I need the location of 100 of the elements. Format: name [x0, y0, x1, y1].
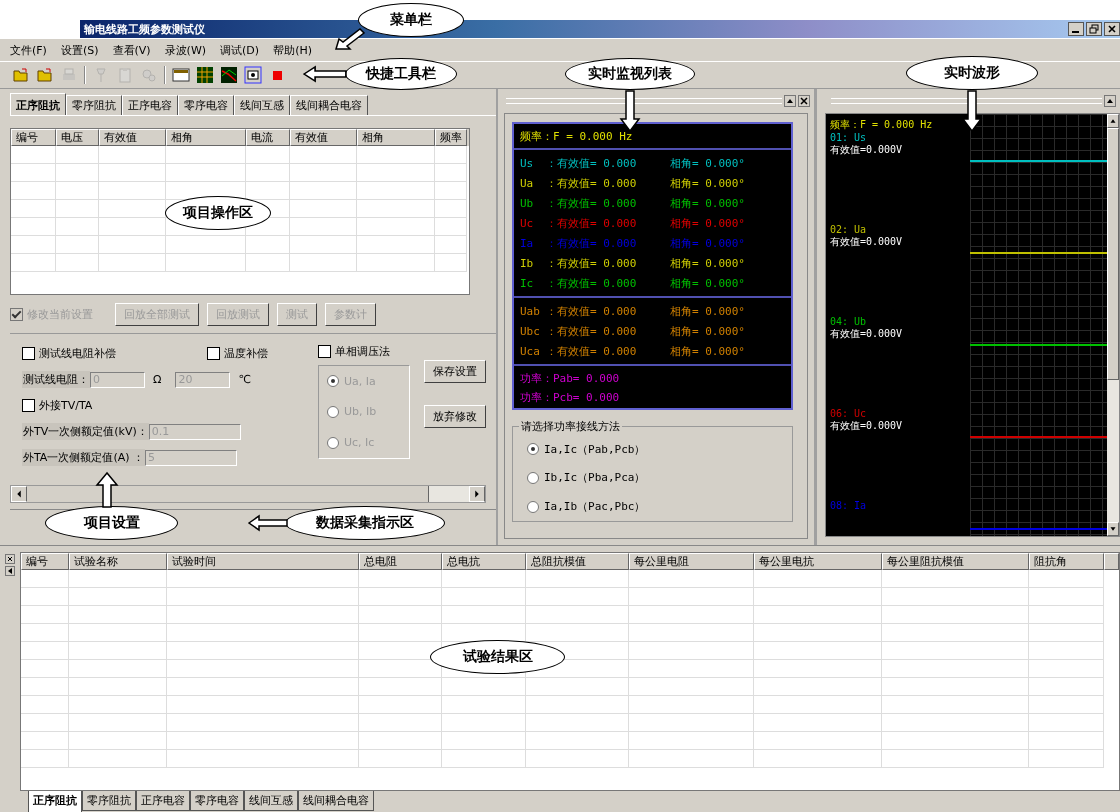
folder-icon[interactable] — [12, 66, 30, 84]
rms-reading: ：有效值= 0.000 — [546, 343, 638, 359]
column-header[interactable]: 每公里电抗 — [754, 553, 882, 570]
table-cell — [21, 642, 69, 660]
table-cell — [21, 570, 69, 588]
settings-button[interactable]: 放弃修改 — [424, 405, 486, 428]
minimize-icon[interactable] — [1068, 22, 1084, 36]
tab[interactable]: 零序电容 — [190, 791, 244, 811]
menu-item[interactable]: 文件(F) — [10, 42, 47, 58]
collapse-icon[interactable] — [5, 566, 15, 576]
radio-button[interactable] — [527, 500, 539, 513]
table-cell — [21, 606, 69, 624]
tab[interactable]: 正序阻抗 — [10, 93, 66, 115]
menu-item[interactable]: 调试(D) — [220, 42, 260, 58]
monitor-icon[interactable] — [244, 66, 262, 84]
callout-arrow — [248, 515, 288, 531]
checkbox-label: 单相调压法 — [335, 344, 390, 359]
channel-label: 01: Us — [830, 132, 868, 143]
table-cell — [435, 236, 467, 254]
radio-button[interactable] — [527, 443, 539, 456]
tab[interactable]: 线间互感 — [244, 791, 298, 811]
scroll-left-icon[interactable] — [11, 486, 27, 502]
table-cell — [290, 218, 357, 236]
scroll-up-icon[interactable] — [1107, 114, 1119, 128]
checkbox[interactable] — [318, 345, 331, 358]
phase-reading: 相角= 0.000° — [670, 255, 745, 271]
column-header[interactable]: 阻抗角 — [1029, 553, 1104, 570]
folder-icon[interactable] — [36, 66, 54, 84]
close-icon[interactable] — [1104, 22, 1120, 36]
channel-name: Ia — [520, 236, 535, 250]
column-header[interactable]: 每公里电阻 — [629, 553, 754, 570]
collapse-icon[interactable] — [1104, 95, 1116, 107]
table-cell — [246, 236, 290, 254]
scroll-down-icon[interactable] — [1107, 522, 1119, 536]
column-header[interactable]: 总电抗 — [442, 553, 526, 570]
radio-button[interactable] — [327, 375, 339, 388]
column-header[interactable] — [1104, 553, 1119, 570]
restore-icon[interactable] — [1086, 22, 1102, 36]
close-icon[interactable] — [5, 554, 15, 564]
column-header[interactable]: 总阻抗模值 — [526, 553, 629, 570]
phase-reading: 相角= 0.000° — [670, 215, 745, 231]
menu-item[interactable]: 查看(V) — [112, 42, 151, 58]
collapse-icon[interactable] — [784, 95, 796, 107]
column-header[interactable]: 相角 — [166, 129, 246, 146]
table-cell — [435, 254, 467, 272]
scrollbar[interactable] — [1107, 114, 1119, 536]
tab[interactable]: 正序电容 — [136, 791, 190, 811]
table-cell — [290, 182, 357, 200]
radio-button[interactable] — [527, 472, 539, 484]
checkbox[interactable] — [22, 347, 35, 360]
column-header[interactable]: 频率 — [435, 129, 467, 146]
table-cell — [11, 236, 56, 254]
tab[interactable]: 正序阻抗 — [28, 791, 82, 812]
table-cell — [21, 696, 69, 714]
checkbox[interactable] — [22, 399, 35, 412]
window-icon[interactable] — [172, 66, 190, 84]
checkbox[interactable] — [207, 347, 220, 360]
table-cell — [56, 200, 99, 218]
table-cell — [290, 164, 357, 182]
column-header[interactable]: 电压 — [56, 129, 99, 146]
tab[interactable]: 线间耦合电容 — [298, 791, 374, 811]
rms-reading: 有效值=0.000V — [830, 235, 904, 249]
table-cell — [11, 182, 56, 200]
column-header[interactable]: 试验名称 — [69, 553, 167, 570]
table-cell — [21, 660, 69, 678]
menu-item[interactable]: 录波(W) — [164, 42, 207, 58]
tab[interactable]: 正序电容 — [122, 95, 178, 115]
column-header[interactable]: 电流 — [246, 129, 290, 146]
column-header[interactable]: 编号 — [21, 553, 69, 570]
scrollbar-thumb[interactable] — [27, 486, 429, 502]
phase-reading: 相角= 0.000° — [670, 303, 745, 319]
tab[interactable]: 零序电容 — [178, 95, 234, 115]
column-header[interactable]: 总电阻 — [359, 553, 442, 570]
chart-icon[interactable] — [220, 66, 238, 84]
power-reading: 功率：Pcb= 0.000 — [520, 390, 621, 405]
grid-icon[interactable] — [196, 66, 214, 84]
column-header[interactable]: 编号 — [11, 129, 56, 146]
column-header[interactable]: 每公里阻抗模值 — [882, 553, 1029, 570]
tab[interactable]: 零序阻抗 — [82, 791, 136, 811]
tab[interactable]: 零序阻抗 — [66, 95, 122, 115]
channel-name: Uc — [520, 216, 535, 230]
close-icon[interactable] — [798, 95, 810, 107]
radio-button[interactable] — [327, 436, 339, 449]
tab[interactable]: 线间耦合电容 — [290, 95, 368, 115]
radio-button[interactable] — [327, 406, 339, 418]
channel-name: Ic — [520, 276, 535, 290]
column-header[interactable]: 试验时间 — [167, 553, 359, 570]
window-title: 输电线路工频参数测试仪 — [83, 21, 205, 37]
table-cell — [56, 236, 99, 254]
settings-button[interactable]: 保存设置 — [424, 360, 486, 383]
column-header[interactable]: 有效值 — [99, 129, 166, 146]
rms-reading: 有效值=0.000V — [830, 143, 904, 157]
scrollbar[interactable] — [10, 485, 486, 503]
menu-item[interactable]: 设置(S) — [60, 42, 99, 58]
tab[interactable]: 线间互感 — [234, 95, 290, 115]
scroll-right-icon[interactable] — [469, 486, 485, 502]
column-header[interactable]: 有效值 — [290, 129, 357, 146]
channel-name: Uca — [520, 344, 541, 358]
column-header[interactable]: 相角 — [357, 129, 435, 146]
menu-item[interactable]: 帮助(H) — [273, 42, 312, 58]
